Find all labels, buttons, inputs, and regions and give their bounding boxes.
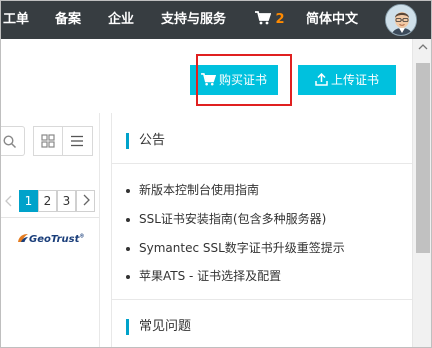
scrollbar-thumb[interactable] bbox=[416, 63, 430, 253]
upload-icon bbox=[315, 73, 328, 86]
grid-view-icon bbox=[41, 134, 55, 148]
nav-item-filing[interactable]: 备案 bbox=[55, 1, 81, 39]
list-view-icon bbox=[71, 135, 83, 147]
search-icon bbox=[3, 135, 17, 149]
chevron-up-icon bbox=[418, 44, 428, 50]
pagination-page-2[interactable]: 2 bbox=[38, 190, 57, 212]
pagination-page-3[interactable]: 3 bbox=[57, 190, 76, 212]
faq-title: 常见问题 bbox=[126, 319, 191, 335]
announcement-item[interactable]: Symantec SSL数字证书升级重签提示 bbox=[126, 240, 345, 256]
scroll-up-button[interactable] bbox=[413, 39, 431, 55]
geotrust-mark-icon bbox=[18, 234, 28, 242]
pagination-next-button[interactable] bbox=[76, 190, 95, 212]
list-divider bbox=[1, 217, 99, 218]
panel-divider bbox=[111, 113, 112, 347]
announcement-item[interactable]: 新版本控制台使用指南 bbox=[126, 182, 259, 198]
geotrust-logo: GeoTrust® bbox=[17, 233, 84, 245]
announcement-item[interactable]: SSL证书安装指南(包含多种服务器) bbox=[126, 211, 326, 227]
cart-count-badge: 2 bbox=[275, 12, 285, 27]
announcements-divider bbox=[112, 163, 412, 164]
cart-button[interactable]: 2 bbox=[255, 1, 285, 39]
list-view-toggle[interactable] bbox=[63, 126, 93, 156]
announcement-link[interactable]: Symantec SSL数字证书升级重签提示 bbox=[139, 241, 345, 255]
console-window: 工单 备案 企业 支持与服务 2 简体中文 购买证书 上传证书 1 2 3 Ge… bbox=[0, 0, 432, 348]
pagination-prev-button[interactable] bbox=[3, 191, 15, 211]
nav-item-tickets[interactable]: 工单 bbox=[3, 1, 29, 39]
language-switcher[interactable]: 简体中文 bbox=[306, 1, 358, 39]
cart-icon bbox=[201, 73, 216, 86]
bullet-icon bbox=[126, 217, 130, 222]
announcement-link[interactable]: 新版本控制台使用指南 bbox=[139, 183, 259, 197]
cart-icon bbox=[255, 11, 272, 25]
upload-certificate-label: 上传证书 bbox=[330, 73, 379, 87]
nav-item-support[interactable]: 支持与服务 bbox=[161, 1, 226, 39]
user-avatar[interactable] bbox=[385, 4, 417, 36]
upload-certificate-button[interactable]: 上传证书 bbox=[298, 65, 396, 95]
announcement-link[interactable]: 苹果ATS - 证书选择及配置 bbox=[139, 269, 281, 283]
bullet-icon bbox=[126, 246, 130, 251]
announcement-link[interactable]: SSL证书安装指南(包含多种服务器) bbox=[139, 212, 326, 226]
avatar-image bbox=[386, 5, 416, 35]
bullet-icon bbox=[126, 274, 130, 279]
faq-divider bbox=[112, 299, 412, 300]
grid-view-toggle[interactable] bbox=[33, 126, 63, 156]
nav-item-enterprise[interactable]: 企业 bbox=[108, 1, 134, 39]
announcement-item[interactable]: 苹果ATS - 证书选择及配置 bbox=[126, 268, 281, 284]
top-navigation-bar: 工单 备案 企业 支持与服务 2 简体中文 bbox=[1, 1, 431, 39]
column-divider bbox=[99, 113, 100, 347]
buy-certificate-label: 购买证书 bbox=[218, 73, 267, 87]
vertical-scrollbar[interactable] bbox=[412, 39, 431, 347]
buy-certificate-button[interactable]: 购买证书 bbox=[190, 65, 278, 95]
chevron-left-icon bbox=[5, 195, 12, 207]
bullet-icon bbox=[126, 188, 130, 193]
announcements-title: 公告 bbox=[126, 133, 165, 149]
search-button[interactable] bbox=[1, 126, 25, 156]
chevron-right-icon bbox=[83, 194, 90, 206]
pagination-page-1[interactable]: 1 bbox=[19, 190, 38, 212]
